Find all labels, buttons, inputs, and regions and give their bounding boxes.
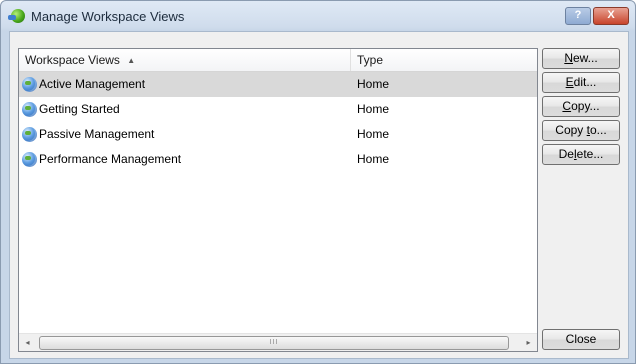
- app-globe-icon: [8, 9, 25, 23]
- edit-label-rest: dit...: [573, 75, 597, 89]
- row-name: Active Management: [39, 77, 146, 91]
- copy-mnemonic: C: [562, 99, 572, 113]
- new-label-rest: ew...: [572, 51, 598, 65]
- new-button[interactable]: New...: [542, 48, 620, 69]
- globe-icon: [22, 127, 37, 142]
- row-type: Home: [357, 127, 390, 141]
- edit-button[interactable]: Edit...: [542, 72, 620, 93]
- copy-to-label-start: Copy: [555, 123, 587, 137]
- column-header-type[interactable]: Type: [351, 49, 537, 71]
- table-row[interactable]: Passive Management Home: [19, 122, 537, 147]
- list-header: Workspace Views ▲ Type: [19, 49, 537, 72]
- copy-to-button[interactable]: Copy to...: [542, 120, 620, 141]
- horizontal-scrollbar[interactable]: ◂ III ▸: [19, 333, 537, 351]
- table-row[interactable]: Getting Started Home: [19, 97, 537, 122]
- scroll-thumb[interactable]: III: [39, 336, 509, 350]
- row-name: Performance Management: [39, 152, 182, 166]
- copy-to-label-end: o...: [590, 123, 607, 137]
- row-name: Passive Management: [39, 127, 155, 141]
- row-type: Home: [357, 77, 390, 91]
- globe-icon: [22, 152, 37, 167]
- close-window-button[interactable]: X: [593, 7, 629, 25]
- delete-button[interactable]: Delete...: [542, 144, 620, 165]
- copy-label-rest: opy...: [571, 99, 600, 113]
- column-header-workspace-views[interactable]: Workspace Views ▲: [19, 49, 351, 71]
- edit-mnemonic: E: [565, 75, 574, 89]
- scroll-left-icon[interactable]: ◂: [19, 334, 36, 351]
- column-header-label: Workspace Views: [25, 53, 120, 67]
- new-mnemonic: N: [564, 51, 573, 65]
- sort-ascending-icon: ▲: [127, 56, 136, 65]
- delete-label-start: De: [558, 147, 574, 161]
- globe-icon: [22, 77, 37, 92]
- caption-buttons: ? X: [565, 7, 629, 25]
- globe-icon: [22, 102, 37, 117]
- title-bar[interactable]: Manage Workspace Views ? X: [1, 1, 635, 31]
- workspace-views-list[interactable]: Workspace Views ▲ Type Active Management…: [18, 48, 538, 352]
- close-button[interactable]: Close: [542, 329, 620, 350]
- delete-label-end: ete...: [576, 147, 604, 161]
- help-button[interactable]: ?: [565, 7, 591, 25]
- table-row[interactable]: Performance Management Home: [19, 147, 537, 172]
- row-type: Home: [357, 152, 390, 166]
- row-name: Getting Started: [39, 102, 120, 116]
- copy-button[interactable]: Copy...: [542, 96, 620, 117]
- manage-workspace-views-dialog: Manage Workspace Views ? X Workspace Vie…: [0, 0, 636, 364]
- row-type: Home: [357, 102, 390, 116]
- list-rows: Active Management Home Getting Started H…: [19, 72, 537, 172]
- table-row[interactable]: Active Management Home: [19, 72, 537, 97]
- window-title: Manage Workspace Views: [31, 9, 185, 24]
- scroll-right-icon[interactable]: ▸: [520, 334, 537, 351]
- dialog-client-area: Workspace Views ▲ Type Active Management…: [9, 31, 629, 359]
